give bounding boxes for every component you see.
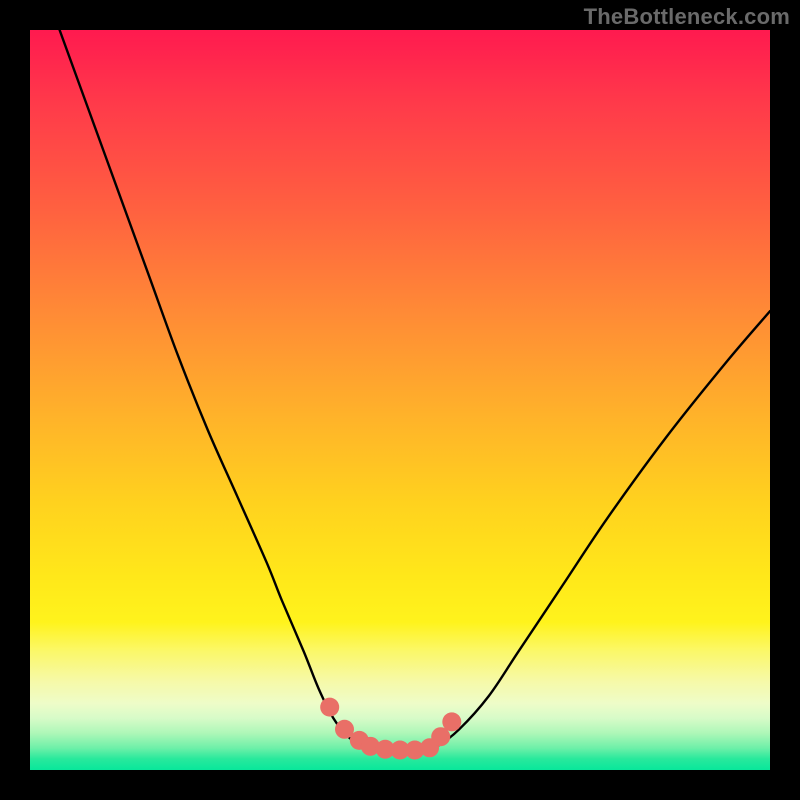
watermark-text: TheBottleneck.com (584, 4, 790, 30)
marker-dot (442, 712, 461, 731)
marker-dot (320, 698, 339, 717)
chart-stage: TheBottleneck.com (0, 0, 800, 800)
flat-region-markers (320, 698, 461, 760)
plot-area (30, 30, 770, 770)
marker-layer (30, 30, 770, 770)
